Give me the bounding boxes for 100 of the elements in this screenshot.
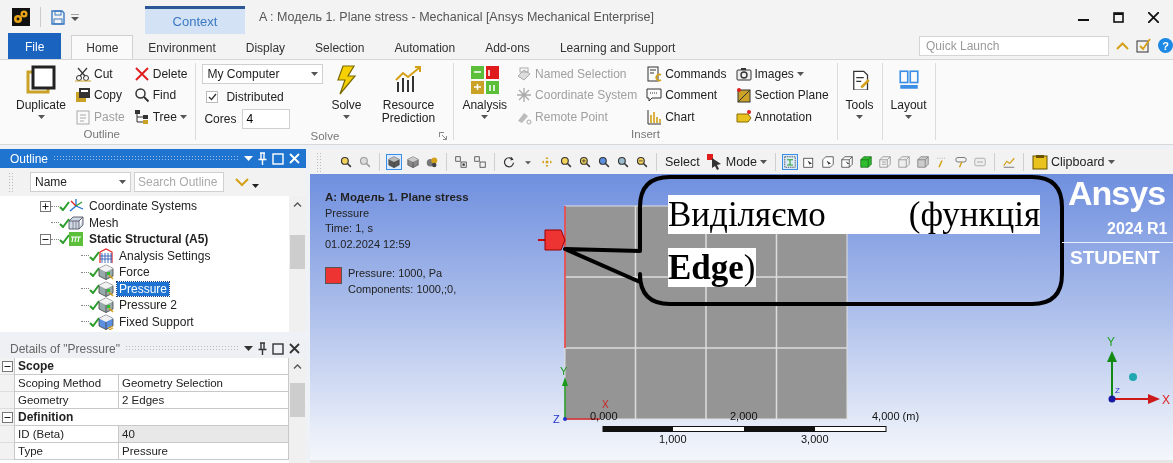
ribbon-button[interactable]: Cut bbox=[73, 63, 127, 85]
ribbon-tab[interactable]: Display bbox=[230, 35, 301, 59]
wire-box-icon[interactable] bbox=[915, 153, 932, 170]
ribbon-tab[interactable]: Selection bbox=[300, 35, 380, 59]
clipboard-icon bbox=[1032, 153, 1049, 170]
toolbar-menu-button[interactable]: Mode bbox=[704, 153, 770, 170]
axes-icon bbox=[516, 87, 533, 104]
tree-item[interactable]: Pressure 2 bbox=[117, 298, 180, 313]
duplicate-squares-icon bbox=[25, 64, 57, 96]
property-value: 40 bbox=[119, 426, 289, 443]
ribbon-button[interactable]: Copy bbox=[73, 84, 127, 106]
ribbon-tab[interactable]: Environment bbox=[133, 35, 231, 59]
caret-icon[interactable] bbox=[244, 346, 253, 351]
ribbon-button[interactable]: Section Plane bbox=[733, 84, 831, 106]
cube-icon[interactable] bbox=[386, 153, 402, 170]
ribbon-button[interactable]: Layout bbox=[888, 63, 929, 120]
quick-launch-field[interactable]: Quick Launch bbox=[919, 35, 1109, 56]
scroll-thumb[interactable] bbox=[290, 235, 305, 269]
commands-icon bbox=[646, 65, 663, 82]
close-icon[interactable] bbox=[1148, 11, 1159, 23]
viewport-title: A: Модель 1. Plane stress bbox=[325, 190, 469, 205]
tree-item[interactable]: Coordinate Systems bbox=[87, 199, 200, 214]
scissors-icon bbox=[75, 65, 92, 82]
scale-label: 0,000 bbox=[590, 410, 618, 422]
pin-icon[interactable] bbox=[258, 342, 267, 355]
expander-icon[interactable] bbox=[40, 200, 51, 212]
tree-item[interactable]: Fixed Support bbox=[117, 314, 196, 329]
ribbon-button[interactable]: Tree bbox=[131, 106, 190, 128]
scrollbar[interactable] bbox=[289, 358, 306, 463]
cube-icon[interactable] bbox=[405, 153, 421, 170]
caret-icon[interactable] bbox=[244, 156, 253, 161]
toolbar-menu-button[interactable]: Clipboard bbox=[1030, 153, 1117, 170]
axis-label: Y bbox=[1107, 335, 1115, 349]
comment-icon bbox=[646, 87, 663, 104]
ribbon-button[interactable]: Comment bbox=[644, 84, 729, 106]
grid-select-icon[interactable] bbox=[472, 153, 488, 170]
axis-label: Y bbox=[560, 365, 568, 377]
grid-select-icon[interactable] bbox=[453, 153, 469, 170]
scroll-thumb[interactable] bbox=[290, 383, 305, 417]
ribbon-tab[interactable]: Learning and Support bbox=[544, 35, 691, 59]
caret-icon[interactable] bbox=[71, 13, 79, 21]
legend-text: Components: 1000,;0, bbox=[348, 281, 457, 297]
scroll-up-icon[interactable] bbox=[293, 364, 302, 369]
axis-label: Z bbox=[1115, 386, 1120, 395]
section-plane-icon bbox=[735, 87, 752, 104]
ribbon-button[interactable]: Annotation bbox=[733, 106, 831, 128]
toolbar-label[interactable]: Select bbox=[663, 154, 702, 169]
maximize-icon[interactable] bbox=[1113, 11, 1124, 23]
paste-icon bbox=[75, 108, 92, 125]
box-cursor-icon[interactable] bbox=[839, 153, 856, 170]
tree-item[interactable]: Force bbox=[117, 265, 152, 280]
logo-version: 2024 R1 bbox=[1107, 220, 1168, 238]
window-title: A : Модель 1. Plane stress - Mechanical [Ansys Mechanical Enterprise] bbox=[259, 10, 655, 24]
ribbon-button[interactable]: Commands bbox=[644, 63, 729, 85]
task-check-icon[interactable] bbox=[1136, 38, 1151, 53]
box-cursor-icon[interactable] bbox=[858, 153, 875, 170]
ribbon-button[interactable]: Resource Prediction bbox=[369, 63, 448, 126]
ribbon-button[interactable]: Images bbox=[733, 63, 831, 85]
tree-item[interactable]: Mesh bbox=[87, 215, 121, 230]
tree-item[interactable]: Static Structural (A5) bbox=[87, 232, 211, 247]
file-tab[interactable]: File bbox=[8, 33, 62, 59]
ribbon-tab[interactable]: Add-ons bbox=[470, 35, 545, 59]
ribbon-button[interactable]: Analysis bbox=[460, 63, 510, 120]
ribbon-tab[interactable]: Home bbox=[71, 35, 134, 59]
tree-item[interactable]: Analysis Settings bbox=[117, 248, 213, 263]
annotation-icon bbox=[735, 108, 752, 125]
close-icon[interactable] bbox=[289, 343, 300, 354]
ribbon-button[interactable]: Duplicate bbox=[14, 63, 69, 120]
caret-icon bbox=[179, 114, 187, 119]
caret-icon bbox=[481, 115, 489, 119]
ribbon-tab[interactable]: Automation bbox=[379, 35, 471, 59]
dropdown-field[interactable]: My Computer bbox=[202, 64, 324, 84]
filter-dropdown[interactable]: Name bbox=[30, 172, 131, 192]
copy-icon bbox=[75, 87, 92, 104]
search-icon bbox=[133, 87, 150, 104]
caret-icon bbox=[856, 115, 864, 119]
legend-text: Pressure: 1000, Pa bbox=[348, 266, 444, 281]
search-field[interactable]: Search Outline bbox=[134, 172, 224, 192]
tree-item[interactable]: Pressure bbox=[117, 281, 170, 296]
dialog-launcher-icon[interactable] bbox=[439, 132, 448, 140]
bar-chart-icon bbox=[646, 108, 663, 125]
selection-frame-icon[interactable] bbox=[782, 153, 799, 170]
box-cursor-icon[interactable] bbox=[820, 153, 837, 170]
property-name: Type bbox=[14, 443, 119, 460]
maximize-icon[interactable] bbox=[272, 342, 284, 355]
axis-label: Z bbox=[553, 413, 560, 425]
save-icon[interactable] bbox=[51, 9, 65, 25]
named-selection-icon bbox=[516, 65, 533, 82]
ribbon-button[interactable]: Find bbox=[131, 84, 190, 106]
ribbon-button[interactable]: Delete bbox=[131, 63, 190, 85]
expander-icon[interactable] bbox=[40, 233, 51, 245]
help-button[interactable]: ? bbox=[1158, 38, 1173, 53]
checkbox[interactable] bbox=[206, 90, 219, 103]
ribbon-button[interactable]: Solve bbox=[328, 63, 365, 120]
ribbon-button[interactable]: Chart bbox=[644, 106, 729, 128]
logo-edition: STUDENT bbox=[1070, 247, 1160, 269]
number-field[interactable]: 4 bbox=[242, 108, 291, 129]
ribbon-button[interactable]: Tools bbox=[843, 63, 876, 120]
scrollbar[interactable] bbox=[289, 196, 306, 332]
scroll-up-icon[interactable] bbox=[293, 202, 302, 207]
